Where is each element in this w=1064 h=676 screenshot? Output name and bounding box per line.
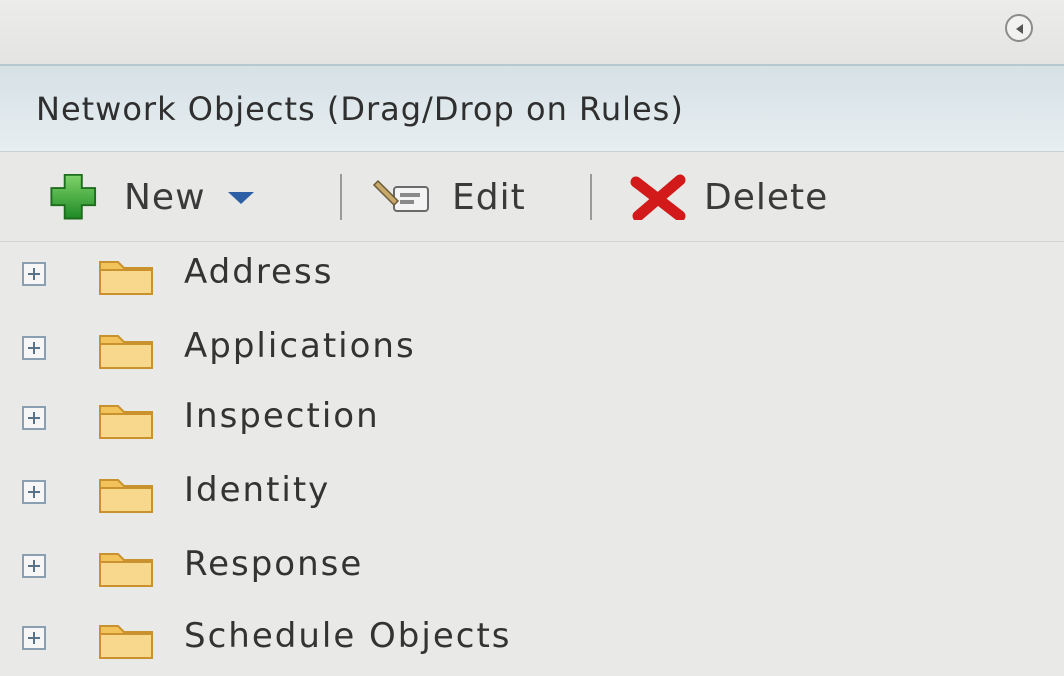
tree-item-address[interactable]: Address [0,246,1064,306]
tree-item-label: Identity [184,470,331,510]
delete-x-icon [630,174,686,220]
expand-plus-icon[interactable] [22,262,46,286]
folder-icon [99,479,153,513]
toolbar-separator [590,174,592,220]
collapse-panel-button[interactable] [1005,14,1033,42]
panel-title: Network Objects (Drag/Drop on Rules) [36,90,684,128]
panel-topbar [0,0,1064,64]
delete-button-label: Delete [704,176,829,218]
expand-plus-icon[interactable] [22,406,46,430]
folder-icon [99,625,153,659]
folder-icon [99,261,153,295]
edit-button[interactable]: Edit [372,172,526,222]
tree-item-applications[interactable]: Applications [0,320,1064,380]
folder-icon [99,335,153,369]
tree-item-label: Inspection [184,396,380,436]
tree-item-label: Response [184,544,364,584]
toolbar-separator [340,174,342,220]
edit-button-label: Edit [452,176,526,218]
new-button[interactable]: New [38,172,264,222]
toolbar: New Edit Delete [0,152,1064,242]
panel-header: Network Objects (Drag/Drop on Rules) [0,64,1064,152]
tree-item-label: Applications [184,326,416,366]
tree-item-identity[interactable]: Identity [0,464,1064,524]
tree-item-label: Address [184,252,334,292]
edit-icon [372,179,429,212]
tree-item-schedule-objects[interactable]: Schedule Objects [0,610,1064,670]
folder-icon [99,553,153,587]
collapse-panel-icon [1016,24,1023,34]
chevron-down-icon[interactable] [224,187,264,207]
folder-icon [99,405,153,439]
expand-plus-icon[interactable] [22,626,46,650]
tree-item-response[interactable]: Response [0,538,1064,598]
tree-item-label: Schedule Objects [184,616,512,656]
new-button-label: New [124,176,206,218]
plus-icon [50,174,97,220]
expand-plus-icon[interactable] [22,336,46,360]
tree-item-inspection[interactable]: Inspection [0,390,1064,450]
delete-button[interactable]: Delete [628,172,828,222]
expand-plus-icon[interactable] [22,554,46,578]
expand-plus-icon[interactable] [22,480,46,504]
